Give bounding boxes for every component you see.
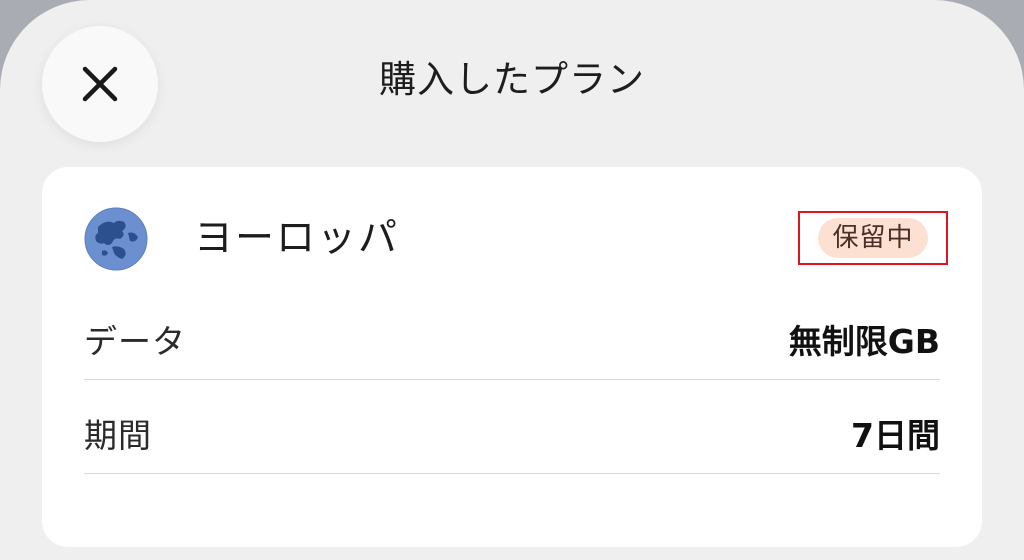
detail-label: 期間 bbox=[84, 416, 152, 455]
detail-value: 7日間 bbox=[851, 416, 940, 455]
plan-card: ヨーロッパ 保留中 データ 無制限GB 期間 7日間 bbox=[42, 167, 982, 547]
status-badge-highlight: 保留中 bbox=[798, 211, 948, 265]
purchased-plan-sheet: 購入したプラン ヨーロッパ 保留中 データ 無制限GB 期間 7日間 bbox=[0, 0, 1024, 560]
detail-row-data: データ 無制限GB bbox=[84, 299, 940, 380]
detail-row-duration: 期間 7日間 bbox=[84, 393, 940, 474]
page-title: 購入したプラン bbox=[379, 58, 645, 101]
globe-europe-icon bbox=[84, 207, 148, 271]
plan-name: ヨーロッパ bbox=[194, 216, 400, 261]
detail-label: データ bbox=[84, 322, 186, 361]
plan-header: ヨーロッパ 保留中 bbox=[84, 207, 948, 273]
status-badge: 保留中 bbox=[818, 218, 928, 258]
detail-value: 無制限GB bbox=[788, 322, 940, 361]
